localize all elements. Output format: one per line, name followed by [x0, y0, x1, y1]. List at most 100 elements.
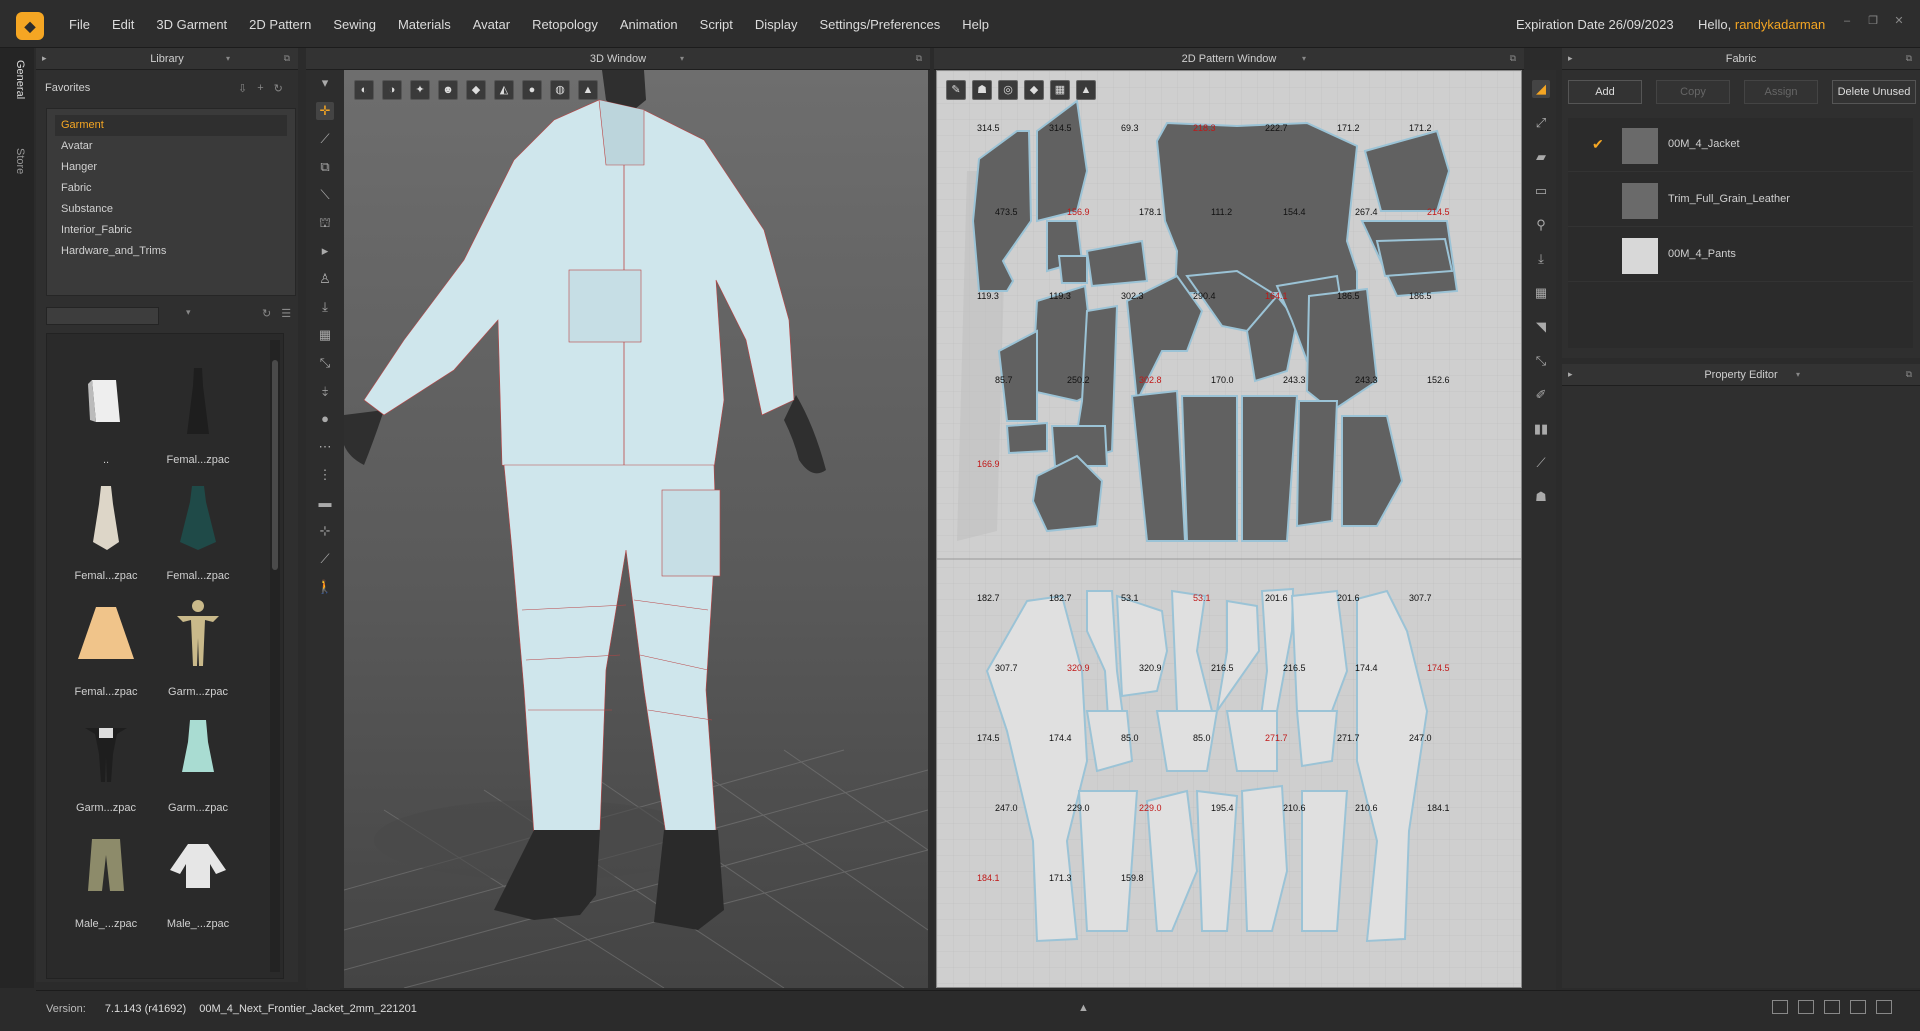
library-item[interactable]: Femal...zpac — [153, 474, 243, 584]
panel-collapse-icon[interactable]: ▸ — [1568, 53, 1573, 64]
fabric-item[interactable]: ✔ 00M_4_Jacket — [1568, 118, 1913, 172]
tack-icon[interactable]: ⤈ — [316, 382, 334, 400]
globe-icon[interactable]: ◍ — [550, 80, 570, 100]
panel-collapse-icon[interactable]: ▸ — [1568, 369, 1573, 380]
undock-icon[interactable]: ⧉ — [916, 53, 922, 64]
tab-store[interactable]: Store — [10, 148, 26, 174]
shirt-view-icon[interactable]: ☗ — [972, 80, 992, 100]
menu-help[interactable]: Help — [951, 17, 1000, 32]
fabric-item[interactable]: 00M_4_Pants — [1568, 228, 1913, 282]
menu-settings-preferences[interactable]: Settings/Preferences — [809, 17, 952, 32]
stage-icon[interactable]: ▲ — [578, 80, 598, 100]
assign-fabric-button[interactable]: Assign — [1744, 80, 1818, 104]
layout-split-icon[interactable] — [1798, 1000, 1814, 1014]
avatar-pose-icon[interactable]: ♙ — [316, 270, 334, 288]
library-item[interactable]: Male_...zpac — [153, 822, 243, 932]
avatar-display-icon[interactable]: ◐ — [354, 80, 374, 100]
transform-pattern-icon[interactable]: ◢ — [1532, 80, 1550, 98]
library-search-input[interactable] — [46, 307, 159, 325]
walk-icon[interactable]: 🚶 — [316, 578, 334, 596]
pattern-piece[interactable] — [1295, 710, 1339, 768]
favorite-garment[interactable]: Garment — [55, 115, 287, 136]
pattern-piece[interactable] — [1155, 121, 1359, 294]
pattern-piece[interactable] — [1005, 421, 1048, 455]
menu-retopology[interactable]: Retopology — [521, 17, 609, 32]
restore-icon[interactable]: ❐ — [1866, 14, 1880, 28]
refresh-icon[interactable]: ↻ — [274, 82, 283, 95]
fabric-grid-icon[interactable]: ▦ — [316, 326, 334, 344]
favorite-fabric[interactable]: Fabric — [55, 178, 287, 199]
library-item[interactable]: Garm...zpac — [61, 706, 151, 816]
notch-icon[interactable]: ▮▮ — [1532, 420, 1550, 438]
sew-icon[interactable]: ⟋ — [316, 130, 334, 148]
clo-logo-icon[interactable]: ◆ — [16, 12, 44, 40]
attach-icon[interactable]: ⤓ — [316, 298, 334, 316]
menu-3d-garment[interactable]: 3D Garment — [145, 17, 238, 32]
skin-icon[interactable]: ● — [522, 80, 542, 100]
library-item[interactable]: Femal...zpac — [61, 474, 151, 584]
button-icon[interactable]: ● — [316, 410, 334, 428]
trace-icon[interactable]: ⤓ — [1532, 250, 1550, 268]
menu-edit[interactable]: Edit — [101, 17, 145, 32]
stretch-icon[interactable]: ⤡ — [316, 354, 334, 372]
refresh-icon[interactable]: ↻ — [262, 307, 271, 320]
layout-quad-icon[interactable] — [1850, 1000, 1866, 1014]
favorite-hanger[interactable]: Hanger — [55, 157, 287, 178]
grid-icon[interactable]: ▦ — [1532, 284, 1550, 302]
menu-sewing[interactable]: Sewing — [322, 17, 387, 32]
edit-point-icon[interactable]: ⤢ — [1532, 114, 1550, 132]
drape-icon[interactable]: ⛫ — [316, 214, 334, 232]
chevron-down-icon[interactable]: ▾ — [680, 54, 684, 63]
stage-view-icon[interactable]: ▲ — [1076, 80, 1096, 100]
library-item[interactable]: Male_...zpac — [61, 822, 151, 932]
download-icon[interactable]: ⇩ — [238, 82, 247, 95]
arrange-icon[interactable]: ▸ — [316, 242, 334, 260]
select-icon[interactable]: ▾ — [316, 74, 334, 92]
copy-fabric-button[interactable]: Copy — [1656, 80, 1730, 104]
move-icon[interactable]: ✛ — [316, 102, 334, 120]
pin-icon[interactable]: ⟍ — [316, 186, 334, 204]
fabric-icon[interactable]: ☗ — [1532, 488, 1550, 506]
3d-viewport[interactable] — [341, 70, 929, 989]
add-icon[interactable]: + — [257, 82, 263, 95]
add-fabric-button[interactable]: Add — [1568, 80, 1642, 104]
menu-file[interactable]: File — [58, 17, 101, 32]
menu-display[interactable]: Display — [744, 17, 809, 32]
library-item[interactable]: Femal...zpac — [153, 358, 243, 468]
undock-icon[interactable]: ⧉ — [1906, 369, 1912, 380]
undock-icon[interactable]: ⧉ — [284, 53, 290, 64]
pattern-piece[interactable] — [1057, 255, 1088, 284]
texture-view-icon[interactable]: ◎ — [998, 80, 1018, 100]
chevron-down-icon[interactable]: ▾ — [186, 307, 191, 318]
expand-panel-icon[interactable]: ▲ — [1078, 1002, 1089, 1014]
internal-polygon-icon[interactable]: ⚲ — [1532, 216, 1550, 234]
fabric-swatch[interactable] — [1622, 183, 1658, 219]
avatar-visibility-icon[interactable]: ☻ — [438, 80, 458, 100]
polygon-icon[interactable]: ▰ — [1532, 148, 1550, 166]
garment-display-icon[interactable]: ◑ — [382, 80, 402, 100]
menu-avatar[interactable]: Avatar — [462, 17, 521, 32]
menu-script[interactable]: Script — [689, 17, 744, 32]
free-sewing-icon[interactable]: ✐ — [1532, 386, 1550, 404]
pattern-piece[interactable] — [1115, 594, 1169, 698]
menu-2d-pattern[interactable]: 2D Pattern — [238, 17, 322, 32]
library-item[interactable]: Femal...zpac — [61, 590, 151, 700]
pattern-piece[interactable] — [1180, 395, 1238, 542]
topstitch-icon[interactable]: ⋯ — [316, 438, 334, 456]
close-icon[interactable]: ✕ — [1892, 14, 1906, 28]
fold-line-icon[interactable]: ◥ — [1532, 318, 1550, 336]
thickness-icon[interactable]: ◭ — [494, 80, 514, 100]
chevron-down-icon[interactable]: ▾ — [226, 54, 230, 63]
pattern-piece[interactable] — [1295, 400, 1339, 528]
fabric-item[interactable]: Trim_Full_Grain_Leather — [1568, 173, 1913, 227]
pattern-piece[interactable] — [1375, 237, 1454, 278]
dart-icon[interactable]: ⟋ — [1532, 454, 1550, 472]
favorite-avatar[interactable]: Avatar — [55, 136, 287, 157]
ruler-icon[interactable]: ⟋ — [316, 550, 334, 568]
tab-general[interactable]: General — [10, 60, 26, 99]
favorite-interior-fabric[interactable]: Interior_Fabric — [55, 220, 287, 241]
chevron-down-icon[interactable]: ▾ — [1302, 54, 1306, 63]
scrollbar-thumb[interactable] — [272, 360, 278, 570]
rectangle-icon[interactable]: ▭ — [1532, 182, 1550, 200]
pattern-piece[interactable] — [1241, 395, 1299, 542]
